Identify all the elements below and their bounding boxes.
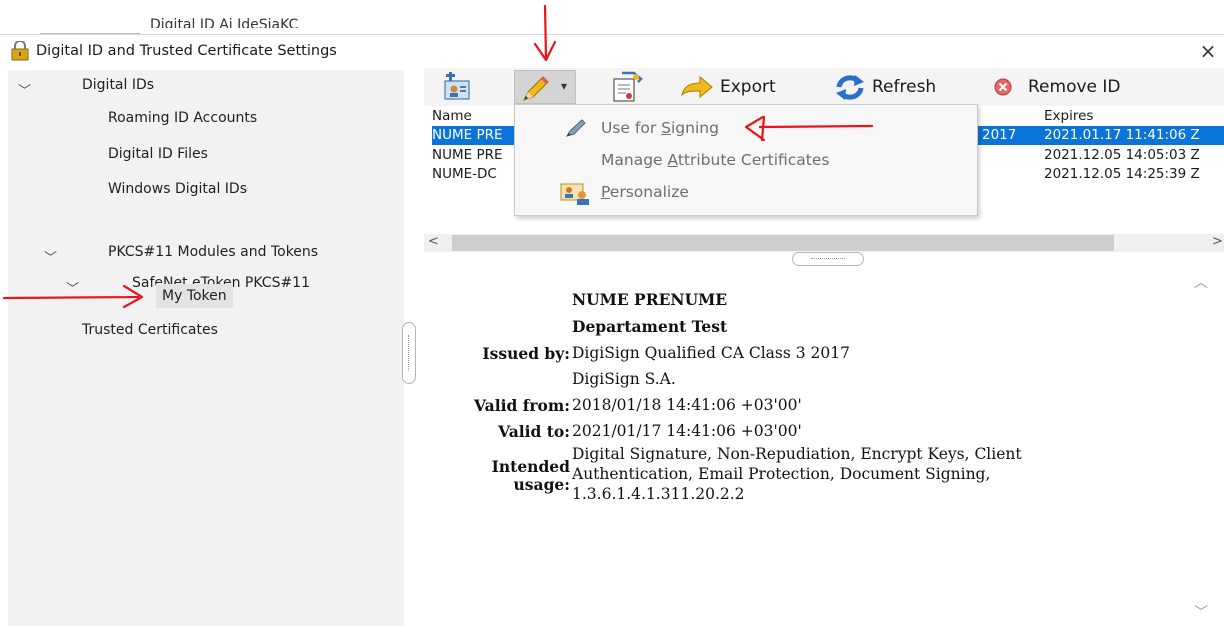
issued-by-label: Issued by: xyxy=(482,344,570,363)
panel-splitter-handle[interactable] xyxy=(402,322,416,384)
valid-from-value: 2018/01/18 14:41:06 +03'00' xyxy=(572,396,802,414)
column-header-name[interactable]: Name xyxy=(432,108,472,124)
cert-org-unit: Departament Test xyxy=(572,317,728,336)
export-label: Export xyxy=(720,77,776,97)
export-button[interactable]: Export xyxy=(680,70,776,104)
intended-usage-line-3: 1.3.6.1.4.1.311.20.2.2 xyxy=(572,485,745,503)
cell-expires: 2021.12.05 14:05:03 Z xyxy=(1044,147,1200,163)
cell-issued: 2017 xyxy=(982,127,1017,143)
intended-usage-line-2: Authentication, Email Protection, Docume… xyxy=(572,465,991,483)
export-arrow-icon xyxy=(681,75,713,99)
toolbar: ▾ Export Refresh Remove ID xyxy=(424,68,1224,106)
intended-usage-label-1: Intended xyxy=(491,457,570,476)
pencil-icon xyxy=(523,76,549,101)
chevron-down-icon[interactable]: ﹀ xyxy=(44,247,57,266)
scroll-up-icon[interactable]: ︿ xyxy=(1194,272,1208,292)
intended-usage-line-1: Digital Signature, Non-Repudiation, Encr… xyxy=(572,445,1022,463)
sidebar-tree: ﹀ Digital IDs Roaming ID Accounts Digita… xyxy=(8,70,404,626)
close-button[interactable]: × xyxy=(1196,39,1220,63)
scroll-down-icon[interactable]: ﹀ xyxy=(1194,602,1208,622)
menu-item-use-for-signing[interactable]: Use for Signing xyxy=(515,113,977,145)
title-divider xyxy=(0,34,1224,35)
issued-by-value: DigiSign Qualified CA Class 3 2017 xyxy=(572,344,850,362)
remove-id-button[interactable]: Remove ID xyxy=(992,70,1121,104)
scroll-right-icon[interactable]: > xyxy=(1212,234,1223,249)
menu-item-manage-attribute-certificates[interactable]: Manage Attribute Certificates xyxy=(515,145,977,177)
menu-label-personalize: Personalize xyxy=(601,183,689,201)
refresh-label: Refresh xyxy=(872,77,937,97)
column-header-expires[interactable]: Expires xyxy=(1044,108,1093,124)
cell-expires: 2021.12.05 14:25:39 Z xyxy=(1044,166,1200,182)
cell-expires: 2021.01.17 11:41:06 Z xyxy=(1044,127,1200,143)
remove-id-label: Remove ID xyxy=(1028,77,1121,97)
pen-icon xyxy=(565,119,586,137)
refresh-button[interactable]: Refresh xyxy=(834,70,936,104)
chevron-down-icon[interactable]: ﹀ xyxy=(66,278,79,297)
tree-item-pkcs11-modules[interactable]: PKCS#11 Modules and Tokens xyxy=(108,244,318,260)
personalize-icon xyxy=(560,183,589,205)
background-window-fragment: Digital ID Ai IdeSiaKC xyxy=(150,17,299,28)
valid-to-value: 2021/01/17 14:41:06 +03'00' xyxy=(572,422,802,440)
valid-from-label: Valid from: xyxy=(474,396,570,415)
issuer-org-value: DigiSign S.A. xyxy=(572,370,676,388)
intended-usage-label-2: usage: xyxy=(513,475,570,494)
cell-name: NUME PRE xyxy=(432,127,503,143)
certificate-details-pane: NUME PRENUME Departament Test Issued by:… xyxy=(426,266,1210,626)
scrollbar-thumb[interactable] xyxy=(452,235,1114,251)
valid-to-label: Valid to: xyxy=(498,422,570,441)
title-bar: Digital ID and Trusted Certificate Setti… xyxy=(0,36,1224,68)
lock-icon xyxy=(11,41,29,61)
remove-icon xyxy=(994,78,1012,96)
cert-subject-name: NUME PRENUME xyxy=(572,290,728,309)
splitter-grip xyxy=(408,335,410,371)
cell-name: NUME PRE xyxy=(432,147,503,163)
window-title: Digital ID and Trusted Certificate Setti… xyxy=(36,43,337,59)
pane-grip-dots xyxy=(811,258,845,260)
add-id-icon xyxy=(444,72,470,100)
tree-item-digital-ids[interactable]: Digital IDs xyxy=(82,77,154,93)
cell-name: NUME-DC xyxy=(432,166,497,182)
scroll-left-icon[interactable]: < xyxy=(428,234,439,249)
sign-dropdown-button[interactable]: ▾ xyxy=(514,70,576,104)
tree-item-my-token[interactable]: My Token xyxy=(156,284,233,308)
tree-item-windows-digital-ids[interactable]: Windows Digital IDs xyxy=(108,181,247,197)
certificate-icon xyxy=(613,71,643,102)
tree-item-trusted-certificates[interactable]: Trusted Certificates xyxy=(82,322,218,338)
pane-resize-handle[interactable] xyxy=(792,252,864,266)
menu-label-use-for-signing: Use for Signing xyxy=(601,119,719,137)
chevron-down-icon: ▾ xyxy=(561,79,568,93)
menu-item-personalize[interactable]: Personalize xyxy=(515,177,977,209)
sign-dropdown-menu: Use for Signing Manage Attribute Certifi… xyxy=(514,104,978,216)
refresh-icon xyxy=(836,75,864,100)
tree-item-digital-id-files[interactable]: Digital ID Files xyxy=(108,146,208,162)
menu-label-manage-attribute-certificates: Manage Attribute Certificates xyxy=(601,151,830,169)
tree-item-roaming-id-accounts[interactable]: Roaming ID Accounts xyxy=(108,110,257,126)
certificate-details-button[interactable] xyxy=(608,70,644,104)
add-id-button[interactable] xyxy=(442,70,472,104)
horizontal-scrollbar[interactable]: < > xyxy=(424,234,1224,252)
chevron-down-icon[interactable]: ﹀ xyxy=(18,80,31,99)
